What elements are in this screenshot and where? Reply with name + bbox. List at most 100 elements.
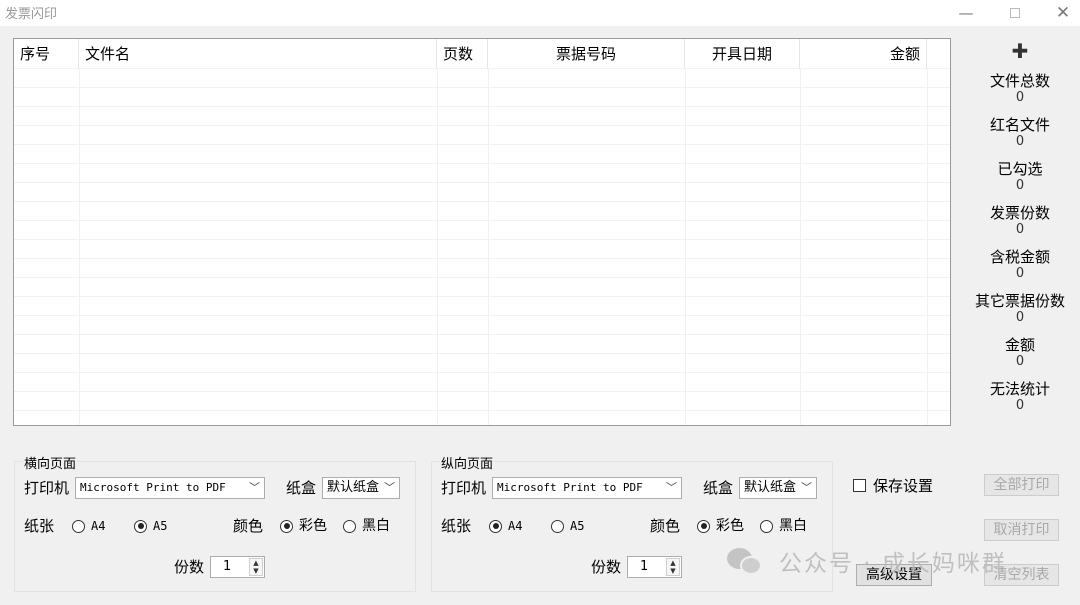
stat-value: 0 xyxy=(1015,90,1025,105)
stat-label: 含税金额 xyxy=(989,248,1050,266)
select-value: 默认纸盒 xyxy=(744,480,797,495)
stepper-value: 1 xyxy=(223,559,232,574)
chevron-down-icon: ﹀ xyxy=(666,481,677,494)
stat-tax-amount: 含税金额 0 xyxy=(960,242,1080,286)
minimize-button[interactable]: — xyxy=(943,0,989,26)
stepper-value: 1 xyxy=(640,559,649,574)
printer-label: 打印机 xyxy=(24,479,70,497)
column-divider xyxy=(79,69,80,425)
stat-value: 0 xyxy=(1015,178,1025,193)
radio-circle xyxy=(489,519,502,533)
copies-label: 份数 xyxy=(591,558,622,576)
radio-label: 黑白 xyxy=(362,518,390,534)
portrait-paper-a4-radio[interactable]: A4 xyxy=(489,517,522,535)
column-divider xyxy=(800,69,801,425)
stat-checked: 已勾选 0 xyxy=(960,154,1080,198)
column-divider xyxy=(927,69,928,425)
close-button[interactable]: ✕ xyxy=(1040,0,1080,26)
column-divider xyxy=(685,69,686,425)
stat-red-files: 红名文件 0 xyxy=(960,110,1080,154)
stat-label: 红名文件 xyxy=(989,116,1050,134)
select-value: 默认纸盒 xyxy=(327,480,380,495)
radio-circle xyxy=(697,519,710,533)
stat-label: 发票份数 xyxy=(989,204,1050,222)
group-title: 纵向页面 xyxy=(440,453,495,472)
landscape-settings-group: 横向页面 打印机 Microsoft Print to PDF ﹀ 纸盒 默认纸… xyxy=(14,453,416,592)
radio-circle xyxy=(134,519,147,533)
add-file-icon[interactable]: ✚ xyxy=(960,36,1080,66)
portrait-copies-stepper[interactable]: 1 ▲ ▼ xyxy=(627,556,682,578)
radio-label: 彩色 xyxy=(716,518,744,534)
landscape-copies-stepper[interactable]: 1 ▲ ▼ xyxy=(210,556,265,578)
stat-uncountable: 无法统计 0 xyxy=(960,374,1080,418)
portrait-bw-radio[interactable]: 黑白 xyxy=(760,517,807,535)
watermark-text: 公众号 · 成长妈咪群 xyxy=(779,551,1007,577)
copies-label: 份数 xyxy=(174,558,205,576)
select-value: Microsoft Print to PDF xyxy=(497,481,643,494)
stat-value: 0 xyxy=(1015,354,1025,369)
column-header-filename[interactable]: 文件名 xyxy=(79,39,437,69)
paper-label: 纸张 xyxy=(441,517,472,535)
tray-label: 纸盒 xyxy=(286,479,317,497)
chevron-down-icon: ﹀ xyxy=(801,481,812,494)
landscape-bw-radio[interactable]: 黑白 xyxy=(343,517,390,535)
stat-label: 其它票据份数 xyxy=(974,292,1065,310)
radio-label: A5 xyxy=(153,519,168,533)
stat-label: 文件总数 xyxy=(989,72,1050,90)
column-header-invoice-number[interactable]: 票据号码 xyxy=(488,39,685,69)
color-label: 颜色 xyxy=(650,517,681,535)
close-icon: ✕ xyxy=(1055,3,1071,23)
landscape-tray-select[interactable]: 默认纸盒 ﹀ xyxy=(322,477,400,499)
file-table[interactable]: 序号 文件名 页数 票据号码 开具日期 金额 xyxy=(13,38,951,426)
radio-circle xyxy=(280,519,293,533)
stat-label: 金额 xyxy=(1004,336,1035,354)
radio-label: 彩色 xyxy=(299,518,327,534)
portrait-paper-a5-radio[interactable]: A5 xyxy=(551,517,584,535)
radio-label: A4 xyxy=(508,519,523,533)
stepper-arrows-icon[interactable]: ▲ ▼ xyxy=(249,558,263,576)
portrait-tray-select[interactable]: 默认纸盒 ﹀ xyxy=(739,477,817,499)
maximize-button[interactable] xyxy=(992,0,1038,26)
portrait-printer-select[interactable]: Microsoft Print to PDF ﹀ xyxy=(492,477,682,499)
radio-label: A5 xyxy=(570,519,585,533)
stat-value: 0 xyxy=(1015,398,1025,413)
stepper-arrows-icon[interactable]: ▲ ▼ xyxy=(666,558,680,576)
chevron-down-icon: ﹀ xyxy=(384,481,395,494)
stat-value: 0 xyxy=(1015,222,1025,237)
print-all-button[interactable]: 全部打印 xyxy=(984,474,1059,496)
color-label: 颜色 xyxy=(233,517,264,535)
column-divider xyxy=(437,69,438,425)
wechat-icon xyxy=(727,546,765,576)
stat-value: 0 xyxy=(1015,310,1025,325)
save-settings-checkbox[interactable]: 保存设置 xyxy=(853,475,933,496)
column-header-pages[interactable]: 页数 xyxy=(437,39,488,69)
stat-total-files: 文件总数 0 xyxy=(960,66,1080,110)
cancel-print-button[interactable]: 取消打印 xyxy=(984,519,1059,541)
stat-label: 已勾选 xyxy=(997,160,1043,178)
landscape-paper-a5-radio[interactable]: A5 xyxy=(134,517,167,535)
radio-circle xyxy=(72,519,85,533)
stat-other-receipts: 其它票据份数 0 xyxy=(960,286,1080,330)
landscape-paper-a4-radio[interactable]: A4 xyxy=(72,517,105,535)
tray-label: 纸盒 xyxy=(703,479,734,497)
column-divider xyxy=(488,69,489,425)
checkbox-label: 保存设置 xyxy=(873,477,934,495)
radio-label: 黑白 xyxy=(779,518,807,534)
landscape-color-radio[interactable]: 彩色 xyxy=(280,517,327,535)
group-title: 横向页面 xyxy=(23,453,78,472)
stat-invoice-count: 发票份数 0 xyxy=(960,198,1080,242)
radio-circle xyxy=(551,519,564,533)
column-header-index[interactable]: 序号 xyxy=(14,39,79,69)
column-header-amount[interactable]: 金额 xyxy=(800,39,927,69)
landscape-printer-select[interactable]: Microsoft Print to PDF ﹀ xyxy=(75,477,265,499)
paper-label: 纸张 xyxy=(24,517,55,535)
select-value: Microsoft Print to PDF xyxy=(80,481,226,494)
table-body[interactable] xyxy=(14,69,950,425)
stat-label: 无法统计 xyxy=(989,380,1050,398)
portrait-color-radio[interactable]: 彩色 xyxy=(697,517,744,535)
chevron-down-icon: ﹀ xyxy=(249,481,260,494)
stat-amount: 金额 0 xyxy=(960,330,1080,374)
stats-panel: ✚ 文件总数 0 红名文件 0 已勾选 0 发票份数 0 含税金额 0 其它票据… xyxy=(960,36,1080,418)
column-header-issue-date[interactable]: 开具日期 xyxy=(685,39,800,69)
minimize-icon: — xyxy=(958,4,974,22)
